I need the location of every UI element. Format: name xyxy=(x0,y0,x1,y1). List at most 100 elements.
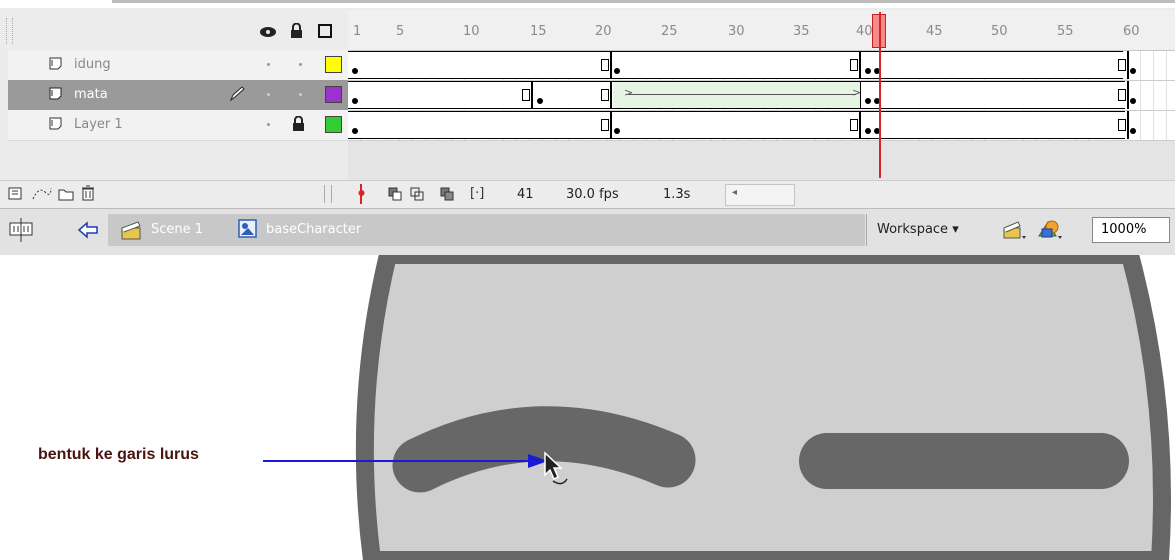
layer-row-layer-1[interactable]: Layer 1 xyxy=(8,110,348,141)
end-frame[interactable] xyxy=(1118,59,1126,71)
edit-symbols-icon[interactable] xyxy=(1036,216,1064,242)
timeline-footer: [·] 41 30.0 fps 1.3s ◂ xyxy=(0,180,1175,208)
layer-icon xyxy=(49,57,62,70)
keyframe[interactable] xyxy=(1130,128,1136,134)
stage-canvas xyxy=(263,255,1171,560)
keyframe[interactable] xyxy=(614,68,620,74)
add-motion-guide-icon[interactable] xyxy=(31,186,53,201)
keyframe[interactable] xyxy=(352,68,358,74)
visibility-dot[interactable] xyxy=(267,93,270,96)
timeline-toggle-icon[interactable] xyxy=(8,217,34,243)
visibility-dot[interactable] xyxy=(267,123,270,126)
clapperboard-icon xyxy=(121,221,141,240)
layer-row-mata[interactable]: mata xyxy=(8,80,348,111)
lock-dot[interactable] xyxy=(299,63,302,66)
onion-skin-icon[interactable] xyxy=(388,187,403,201)
zoom-field[interactable]: 1000% xyxy=(1092,217,1170,243)
delete-layer-icon[interactable] xyxy=(81,185,95,201)
lock-icon[interactable] xyxy=(290,23,303,39)
end-frame[interactable] xyxy=(601,89,609,101)
ruler-label: 50 xyxy=(991,24,1008,39)
frame-divider xyxy=(610,51,612,79)
new-folder-icon[interactable] xyxy=(58,187,74,201)
frame-span xyxy=(613,51,858,79)
layer-color-swatch[interactable] xyxy=(325,86,342,103)
end-frame[interactable] xyxy=(1118,119,1126,131)
ruler-label: 25 xyxy=(661,24,678,39)
keyframe[interactable] xyxy=(865,68,871,74)
ruler-label: 10 xyxy=(463,24,480,39)
end-frame[interactable] xyxy=(1118,89,1126,101)
keyframe[interactable] xyxy=(1130,98,1136,104)
modify-onion-markers-icon[interactable]: [·] xyxy=(470,186,484,201)
stage[interactable] xyxy=(0,255,1175,560)
breadcrumb xyxy=(108,214,865,246)
end-frame[interactable] xyxy=(601,119,609,131)
keyframe[interactable] xyxy=(1130,68,1136,74)
layer-icon xyxy=(49,87,62,100)
edit-multiple-frames-icon[interactable] xyxy=(440,187,455,201)
splitter[interactable] xyxy=(324,185,332,203)
ruler-label: 40 xyxy=(856,24,873,39)
layer-color-swatch[interactable] xyxy=(325,56,342,73)
ruler-label: 20 xyxy=(595,24,612,39)
right-eye[interactable] xyxy=(799,433,1129,489)
tween-arrow-start: > xyxy=(624,86,634,99)
back-arrow-icon[interactable] xyxy=(77,221,99,239)
end-frame[interactable] xyxy=(601,59,609,71)
eye-icon[interactable] xyxy=(259,26,277,38)
frame-ruler[interactable]: 1 5 10 15 20 25 30 35 40 45 50 55 60 xyxy=(348,10,1175,51)
layer-row-idung[interactable]: idung xyxy=(8,50,348,81)
symbol-icon xyxy=(238,219,257,238)
motion-tween-span[interactable] xyxy=(613,82,860,108)
end-frame[interactable] xyxy=(522,89,530,101)
new-layer-icon[interactable] xyxy=(8,187,23,201)
frame-row-idung[interactable] xyxy=(348,51,1175,81)
ruler-label: 5 xyxy=(396,24,405,39)
layer-name: Layer 1 xyxy=(74,117,123,132)
keyframe[interactable] xyxy=(352,98,358,104)
annotation-label: bentuk ke garis lurus xyxy=(38,446,199,463)
outline-icon[interactable] xyxy=(318,24,332,38)
ruler-label: 1 xyxy=(353,24,362,39)
frame-divider xyxy=(610,111,612,139)
frame-divider xyxy=(610,81,612,109)
frame-divider xyxy=(859,51,861,79)
frame-divider xyxy=(859,111,861,139)
end-frame[interactable] xyxy=(850,59,858,71)
keyframe[interactable] xyxy=(537,98,543,104)
lock-icon[interactable] xyxy=(292,116,305,132)
layer-list: idung mata Layer 1 xyxy=(8,50,348,180)
ruler-label: 30 xyxy=(728,24,745,39)
frame-span xyxy=(348,51,613,79)
panel-top-border xyxy=(0,0,1175,8)
end-frame[interactable] xyxy=(850,119,858,131)
frame-divider xyxy=(1127,111,1129,139)
lock-dot[interactable] xyxy=(299,93,302,96)
face-shape[interactable] xyxy=(355,255,1171,560)
center-frame-icon[interactable] xyxy=(357,184,366,204)
ruler-label: 15 xyxy=(530,24,547,39)
scroll-left-icon[interactable]: ◂ xyxy=(732,187,737,198)
keyframe[interactable] xyxy=(614,128,620,134)
elapsed-time: 1.3s xyxy=(663,187,691,202)
layer-color-swatch[interactable] xyxy=(325,116,342,133)
edit-scene-icon[interactable] xyxy=(1001,218,1027,242)
ruler-label: 60 xyxy=(1123,24,1140,39)
keyframe[interactable] xyxy=(865,128,871,134)
keyframe[interactable] xyxy=(865,98,871,104)
layer-icon xyxy=(49,117,62,130)
breadcrumb-symbol[interactable]: baseCharacter xyxy=(266,222,361,237)
visibility-dot[interactable] xyxy=(267,63,270,66)
keyframe[interactable] xyxy=(352,128,358,134)
workspace-dropdown[interactable]: Workspace ▾ xyxy=(877,222,959,237)
frame-divider xyxy=(531,81,533,109)
panel-grip[interactable] xyxy=(6,18,13,44)
layer-name: mata xyxy=(74,87,108,102)
onion-skin-outlines-icon[interactable] xyxy=(410,187,425,201)
layer-name: idung xyxy=(74,57,111,72)
breadcrumb-scene[interactable]: Scene 1 xyxy=(151,222,203,237)
playhead-line[interactable] xyxy=(879,12,881,178)
frame-span xyxy=(348,111,1125,139)
frame-row-layer-1[interactable] xyxy=(348,111,1175,141)
